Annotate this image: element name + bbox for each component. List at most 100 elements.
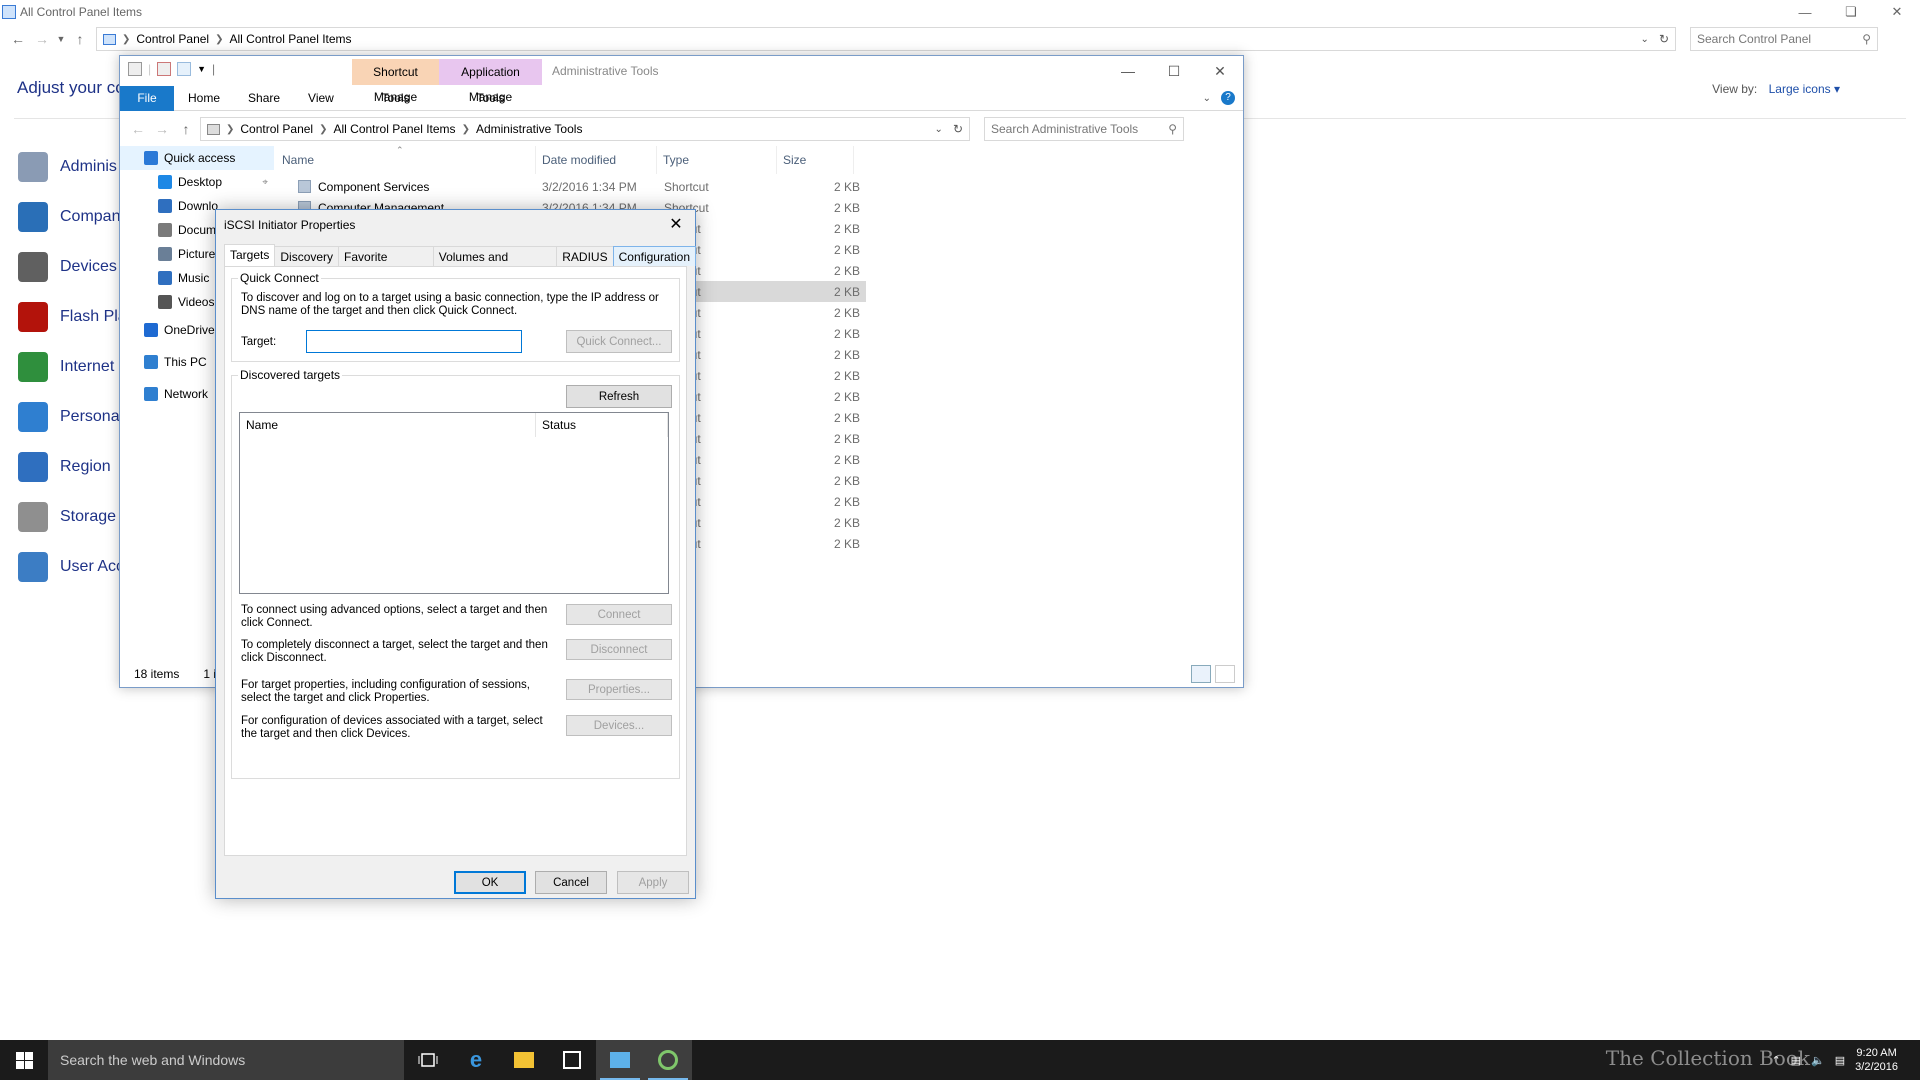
address-dropdown-icon[interactable]: ⌄ [935,124,943,135]
devices-button[interactable]: Devices... [566,715,672,736]
control-panel-item[interactable]: Region [18,452,111,482]
desktop-icon [158,175,172,189]
maximize-button[interactable]: ☐ [1151,56,1197,86]
column-header-size[interactable]: Size [777,146,854,174]
file-size: 2 KB [833,516,860,530]
quick-connect-group: Quick Connect To discover and log on to … [231,271,680,362]
minimize-button[interactable]: — [1782,0,1828,24]
control-panel-item[interactable]: Internet [18,352,114,382]
back-button[interactable]: ← [126,121,150,137]
taskbar-file-explorer[interactable] [500,1040,548,1080]
address-dropdown-icon[interactable]: ⌄ [1641,34,1649,45]
breadcrumb-control-panel[interactable]: Control Panel [240,122,313,136]
ribbon-tab-file[interactable]: File [120,85,174,111]
view-by-dropdown[interactable]: Large icons ▾ [1769,82,1840,96]
address-field[interactable]: ❯ Control Panel ❯ All Control Panel Item… [96,27,1676,51]
properties-button[interactable]: Properties... [566,679,672,700]
taskbar-search-box[interactable]: Search the web and Windows [48,1040,404,1080]
control-panel-search-input[interactable]: Search Control Panel ⚲ [1690,27,1878,51]
control-panel-item[interactable]: Compan [18,202,120,232]
column-header-name[interactable]: Name [240,413,536,437]
nav-item[interactable]: Quick access [120,146,274,170]
ok-button[interactable]: OK [454,871,526,894]
file-size: 2 KB [833,453,860,467]
control-panel-item-icon [18,452,48,482]
nav-item[interactable]: Desktop ⌖ [158,170,274,194]
refresh-icon[interactable]: ↻ [1659,32,1669,46]
control-panel-item[interactable]: User Acc [18,552,124,582]
ribbon-tab-view[interactable]: View [294,86,348,111]
file-size: 2 KB [833,369,860,383]
new-folder-icon[interactable] [177,62,192,76]
minimize-button[interactable]: — [1105,56,1151,86]
breadcrumb-administrative-tools[interactable]: Administrative Tools [476,122,583,136]
network-icon[interactable]: ▤ [1791,1054,1801,1067]
tab-targets[interactable]: Targets [224,244,276,266]
column-header-name[interactable]: Name ⌃ [276,145,536,174]
address-field[interactable]: ❯ Control Panel ❯ All Control Panel Item… [200,117,970,141]
control-panel-item[interactable]: Adminis [18,152,117,182]
forward-button[interactable]: → [150,121,174,137]
target-input[interactable] [306,330,522,353]
apply-button[interactable]: Apply [617,871,689,894]
ribbon-tab-home[interactable]: Home [174,86,234,111]
refresh-button[interactable]: Refresh [566,385,672,408]
breadcrumb-all-items[interactable]: All Control Panel Items [334,122,456,136]
pin-icon[interactable]: ⌖ [262,177,268,188]
ribbon-tab-share[interactable]: Share [234,86,294,111]
notifications-icon[interactable]: ▤ [1835,1054,1845,1067]
quick-connect-button[interactable]: Quick Connect... [566,330,672,353]
taskbar-iscsi[interactable] [644,1040,692,1080]
up-button[interactable]: ↑ [68,31,92,47]
tab-discovery[interactable]: Discovery [274,246,340,266]
column-header-type[interactable]: Type [657,146,777,174]
administrative-tools-titlebar: | ▼ | [120,56,1243,86]
checkmark-icon[interactable] [157,62,172,76]
disconnect-button[interactable]: Disconnect [566,639,672,660]
control-panel-item[interactable]: Personal [18,402,123,432]
control-panel-item-label: Storage [60,508,117,525]
tab-radius[interactable]: RADIUS [556,246,614,266]
close-button[interactable]: ✕ [1197,56,1243,86]
control-panel-item[interactable]: Flash Pla [18,302,127,332]
discovered-targets-list[interactable]: Name Status [239,412,669,594]
taskbar-store[interactable] [548,1040,596,1080]
forward-button[interactable]: → [30,31,54,47]
back-button[interactable]: ← [6,31,30,47]
taskbar-control-panel[interactable] [596,1040,644,1080]
details-view-icon[interactable] [1191,665,1211,683]
taskbar-edge[interactable]: e [452,1040,500,1080]
refresh-icon[interactable]: ↻ [953,122,963,136]
expand-ribbon-icon[interactable]: ⌄ [1203,93,1211,104]
column-header-date[interactable]: Date modified [536,146,657,174]
connect-button[interactable]: Connect [566,604,672,625]
customize-toolbar-icon[interactable]: ▼ [197,64,206,74]
start-button[interactable] [0,1040,48,1080]
task-view-button[interactable] [404,1040,452,1080]
control-panel-icon [610,1052,630,1068]
tab-favorite-targets[interactable]: Favorite Targets [338,246,434,284]
show-hidden-icons[interactable]: ⌃ [1771,1054,1780,1067]
breadcrumb-control-panel[interactable]: Control Panel [136,32,209,46]
file-row[interactable]: Component Services 3/2/2016 1:34 PM Shortc… [276,176,866,197]
help-icon[interactable]: ? [1221,91,1235,105]
column-header-status[interactable]: Status [536,413,668,437]
close-button[interactable]: ✕ [1874,0,1920,24]
recent-locations-button[interactable]: ▼ [54,34,68,44]
clock[interactable]: 9:20 AM 3/2/2016 [1855,1046,1898,1074]
properties-icon[interactable] [128,62,142,76]
control-panel-item[interactable]: Storage [18,502,116,532]
view-by-label: View by: [1712,82,1758,96]
volume-icon[interactable]: 🔈 [1811,1054,1825,1067]
action-help-text: For target properties, including configu… [241,679,530,704]
cancel-button[interactable]: Cancel [535,871,607,894]
restore-button[interactable]: ❏ [1828,0,1874,24]
breadcrumb-all-items[interactable]: All Control Panel Items [230,32,352,46]
close-icon[interactable]: ✕ [661,212,691,236]
tab-volumes-and-devices[interactable]: Volumes and Devices [432,246,558,284]
administrative-tools-search-input[interactable]: Search Administrative Tools ⚲ [984,117,1184,141]
large-icons-view-icon[interactable] [1215,665,1235,683]
tab-configuration[interactable]: Configuration [612,246,696,266]
up-button[interactable]: ↑ [174,121,198,137]
control-panel-item[interactable]: Devices [18,252,117,282]
